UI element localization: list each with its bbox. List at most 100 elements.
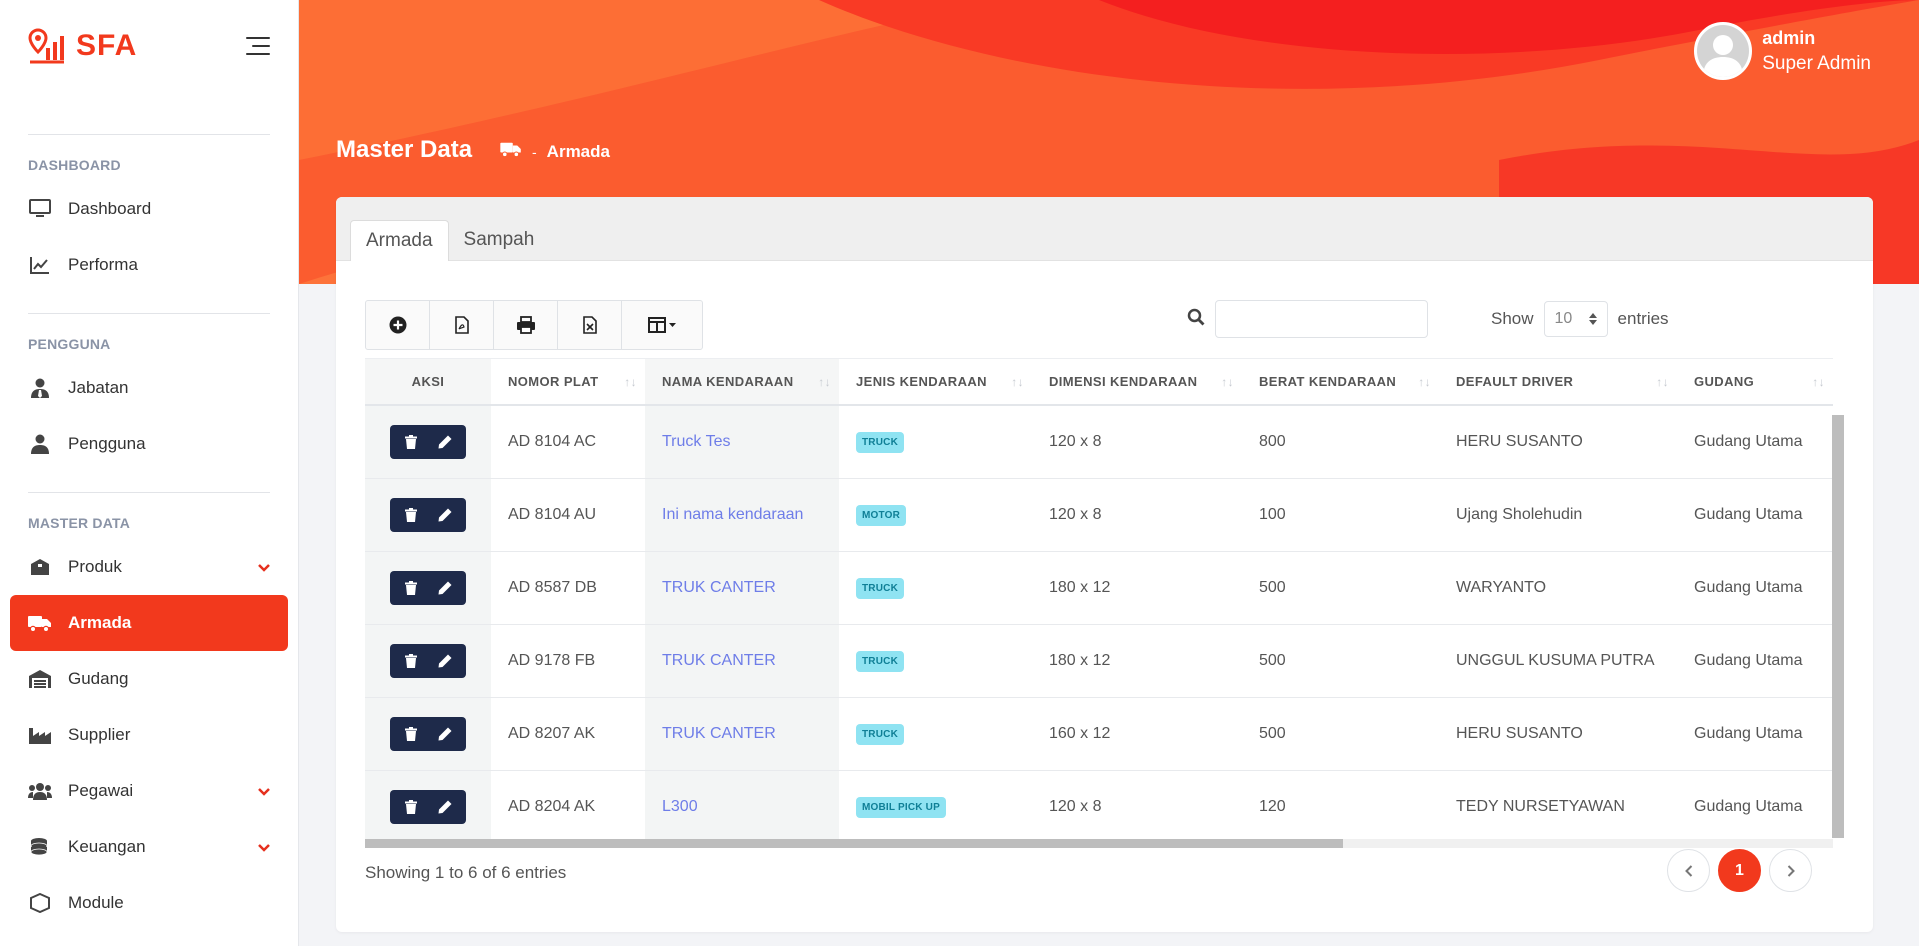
horizontal-scrollbar-thumb[interactable] (365, 839, 1343, 848)
sidebar-item-supplier[interactable]: Supplier (0, 707, 298, 763)
delete-button[interactable] (396, 500, 426, 530)
cell-nama-kendaraan[interactable]: L300 (645, 771, 839, 843)
column-header-aksi[interactable]: AKSI (365, 359, 491, 404)
sidebar-item-pengguna[interactable]: Pengguna (0, 416, 298, 472)
sidebar-item-armada[interactable]: Armada (10, 595, 288, 651)
column-header-default-driver[interactable]: DEFAULT DRIVER ↑↓ (1439, 359, 1677, 404)
column-header-gudang[interactable]: GUDANG ↑↓ (1677, 359, 1833, 404)
sidebar-item-performa[interactable]: Performa (0, 237, 298, 293)
cell-nama-kendaraan[interactable]: TRUK CANTER (645, 552, 839, 624)
cell-dimensi: 180 x 12 (1049, 652, 1111, 669)
monitor-icon (28, 197, 52, 221)
export-excel-button[interactable] (558, 301, 622, 349)
page-length-select[interactable]: 10 (1543, 301, 1608, 337)
vehicle-type-badge: MOBIL PICK UP (856, 796, 946, 818)
tabs-bar: Armada Sampah (336, 197, 1873, 261)
action-group (390, 717, 466, 751)
page-title: Master Data (336, 136, 473, 163)
edit-button[interactable] (430, 573, 460, 603)
tab-armada[interactable]: Armada (350, 220, 449, 261)
cell-berat: 500 (1259, 725, 1286, 742)
row-actions (365, 552, 491, 624)
delete-button[interactable] (396, 427, 426, 457)
action-group (390, 644, 466, 678)
column-header-dimensi-kendaraan[interactable]: DIMENSI KENDARAAN ↑↓ (1032, 359, 1242, 404)
cell-nama-kendaraan[interactable]: Truck Tes (645, 406, 839, 478)
edit-button[interactable] (430, 646, 460, 676)
cell-nomor-plat: AD 8204 AK (508, 798, 596, 815)
sidebar-header: SFA (0, 0, 298, 92)
sidebar-item-label: Keuangan (68, 837, 146, 856)
edit-button[interactable] (430, 500, 460, 530)
user-role: Super Admin (1762, 52, 1871, 74)
cell-gudang: Gudang Utama (1694, 725, 1803, 742)
horizontal-scrollbar[interactable] (365, 839, 1833, 848)
sidebar-item-dashboard[interactable]: Dashboard (0, 181, 298, 237)
edit-button[interactable] (430, 427, 460, 457)
column-visibility-button[interactable] (622, 301, 702, 349)
vehicle-type-badge: MOTOR (856, 504, 907, 526)
cell-nama-kendaraan[interactable]: Ini nama kendaraan (645, 479, 839, 551)
box-icon (28, 555, 52, 579)
page-length-value: 10 (1554, 310, 1573, 327)
menu-toggle-icon[interactable] (246, 37, 270, 55)
table-header: AKSI NOMOR PLAT ↑↓ NAMA KENDARAAN ↑↓ JENIS… (365, 358, 1833, 406)
vertical-scrollbar[interactable] (1832, 415, 1844, 838)
app-logo[interactable]: SFA (28, 28, 137, 64)
trash-icon (405, 727, 417, 741)
print-button[interactable] (494, 301, 558, 349)
cell-nama-kendaraan[interactable]: TRUK CANTER (645, 698, 839, 770)
sort-icon: ↑↓ (1221, 374, 1234, 389)
industry-icon (28, 723, 52, 747)
sidebar-item-pegawai[interactable]: Pegawai (0, 763, 298, 819)
edit-button[interactable] (430, 792, 460, 822)
sidebar-item-label: Supplier (68, 725, 131, 744)
truck-icon (28, 611, 52, 635)
chevron-down-icon (258, 781, 270, 801)
logo-text: SFA (76, 29, 138, 62)
pencil-icon (438, 508, 452, 522)
delete-button[interactable] (396, 792, 426, 822)
sidebar-item-gudang[interactable]: Gudang (0, 651, 298, 707)
edit-button[interactable] (430, 719, 460, 749)
tab-sampah[interactable]: Sampah (449, 220, 550, 260)
delete-button[interactable] (396, 573, 426, 603)
column-header-jenis-kendaraan[interactable]: JENIS KENDARAAN ↑↓ (839, 359, 1032, 404)
entries-label: entries (1617, 309, 1669, 328)
sidebar-item-module[interactable]: Module (0, 875, 298, 931)
delete-button[interactable] (396, 646, 426, 676)
breadcrumb-current[interactable]: Armada (547, 142, 610, 162)
table-row: AD 8104 AU Ini nama kendaraan MOTOR 120 … (365, 479, 1833, 552)
cell-nomor-plat: AD 8207 AK (508, 725, 596, 742)
sidebar-item-produk[interactable]: Produk (0, 539, 298, 595)
previous-page-button[interactable] (1667, 849, 1710, 892)
next-page-button[interactable] (1769, 849, 1812, 892)
sidebar-item-keuangan[interactable]: Keuangan (0, 819, 298, 875)
action-group (390, 571, 466, 605)
cell-jenis-kendaraan: TRUCK (839, 625, 1032, 697)
cell-nama-kendaraan[interactable]: TRUK CANTER (645, 625, 839, 697)
table-info: Showing 1 to 6 of 6 entries (365, 863, 567, 882)
vehicle-type-badge: TRUCK (856, 650, 904, 672)
cell-berat: 500 (1259, 652, 1286, 669)
table-row: AD 8204 AK L300 MOBIL PICK UP 120 x 8 12… (365, 771, 1833, 844)
column-header-berat-kendaraan[interactable]: BERAT KENDARAAN ↑↓ (1242, 359, 1439, 404)
page-button-current[interactable]: 1 (1718, 849, 1761, 892)
search-input[interactable] (1215, 300, 1428, 338)
trash-icon (405, 654, 417, 668)
cell-jenis-kendaraan: TRUCK (839, 406, 1032, 478)
sidebar: SFA DASHBOARD Dashboard Performa PENGGUN… (0, 0, 299, 946)
column-header-nomor-plat[interactable]: NOMOR PLAT ↑↓ (491, 359, 645, 404)
column-header-nama-kendaraan[interactable]: NAMA KENDARAAN ↑↓ (645, 359, 839, 404)
user-menu[interactable]: admin Super Admin (1694, 22, 1871, 80)
chevron-down-icon (258, 557, 270, 577)
cell-gudang: Gudang Utama (1694, 433, 1803, 450)
delete-button[interactable] (396, 719, 426, 749)
export-pdf-button[interactable] (430, 301, 494, 349)
trash-icon (405, 508, 417, 522)
sidebar-item-label: Pegawai (68, 781, 134, 800)
cell-dimensi: 120 x 8 (1049, 433, 1102, 450)
add-button[interactable] (366, 301, 430, 349)
sidebar-item-jabatan[interactable]: Jabatan (0, 360, 298, 416)
cell-driver: Ujang Sholehudin (1456, 506, 1583, 523)
